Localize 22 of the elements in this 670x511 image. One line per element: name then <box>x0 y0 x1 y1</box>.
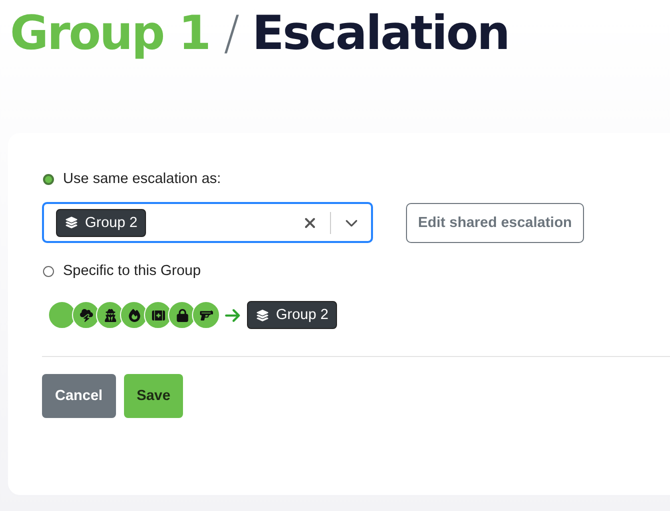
radio-label: Specific to this Group <box>63 263 201 279</box>
storm-cloud-icon <box>80 308 92 322</box>
group-title: Group 1 <box>10 6 210 61</box>
layers-icon <box>256 308 269 322</box>
group-select[interactable]: Group 2 <box>42 202 373 243</box>
radio-label: Use same escalation as: <box>63 171 221 187</box>
radio-button[interactable] <box>43 174 54 184</box>
layers-icon <box>65 216 78 229</box>
cancel-button[interactable]: Cancel <box>42 374 116 418</box>
title-separator: / <box>224 6 238 61</box>
person-icon <box>104 308 116 322</box>
edit-shared-escalation-button[interactable]: Edit shared escalation <box>406 202 584 242</box>
gun-icon <box>200 308 212 322</box>
page-title: Escalation <box>252 6 509 61</box>
group-chip: Group 2 <box>247 301 338 329</box>
medical-kit-icon <box>152 308 164 322</box>
group-chip: Group 2 <box>56 208 146 236</box>
arrow-right-icon <box>224 306 241 324</box>
save-button[interactable]: Save <box>124 374 184 418</box>
lock-icon <box>176 308 188 322</box>
radio-button[interactable] <box>43 266 54 276</box>
fire-icon <box>128 308 140 322</box>
